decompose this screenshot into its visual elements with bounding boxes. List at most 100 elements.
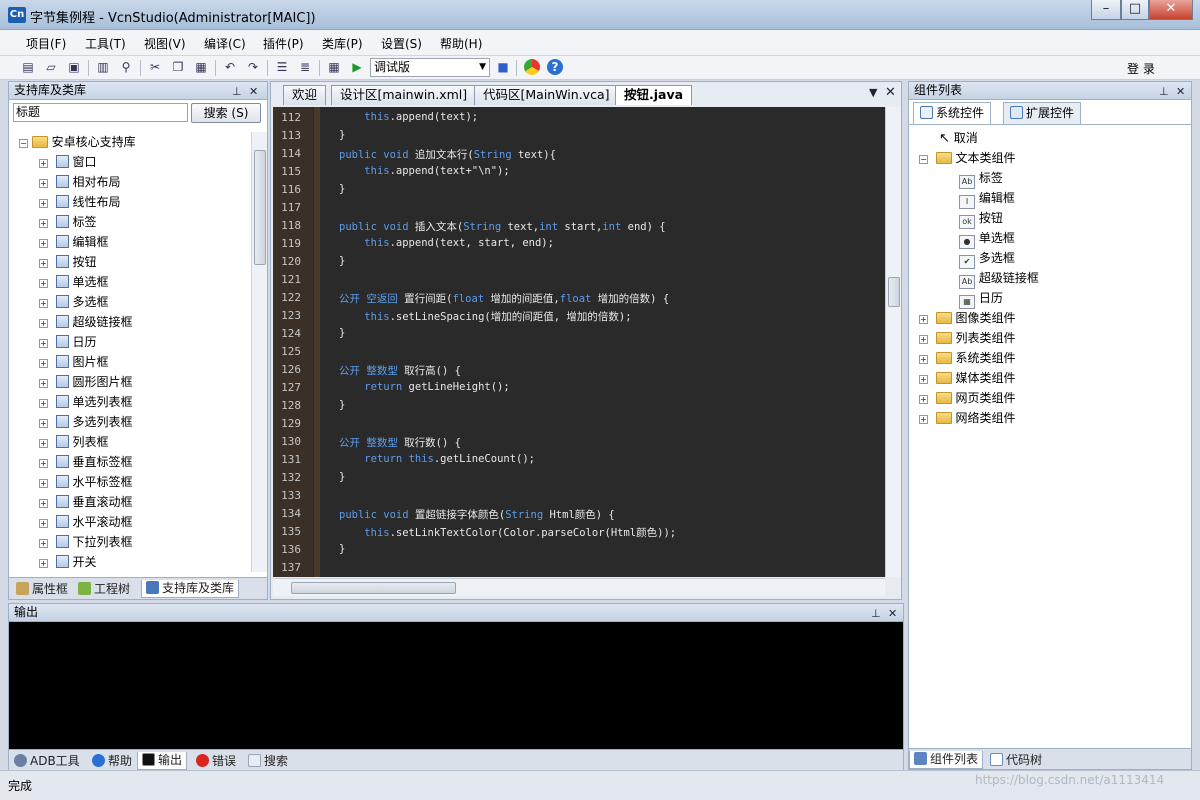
text-component-item[interactable]: Ab 标签 [959,168,1003,189]
expand-icon[interactable]: + [39,339,48,348]
text-component-item[interactable]: ▦ 日历 [959,288,1003,309]
text-component-item[interactable]: ● 单选框 [959,228,1015,249]
tab-list-icon[interactable]: ▼ [869,86,877,99]
redo-icon[interactable]: ↷ [245,59,261,75]
expand-icon[interactable]: + [39,379,48,388]
expand-icon[interactable]: + [919,355,928,364]
tab-code[interactable]: 代码区[MainWin.vca] [474,85,619,105]
tab-extended-controls[interactable]: 扩展控件 [1003,102,1082,124]
editor-vertical-scrollbar[interactable] [885,107,901,577]
indent-icon[interactable]: ☰ [274,59,290,75]
undo-icon[interactable]: ↶ [222,59,238,75]
search-button[interactable]: 搜索 (S) [191,103,261,123]
text-component-item[interactable]: Ab 超级链接框 [959,268,1039,289]
pin-icon[interactable]: ⊥ [1159,83,1169,100]
expand-icon[interactable]: + [39,459,48,468]
cancel-item[interactable]: ↖ 取消 [939,128,978,148]
component-group[interactable]: + 媒体类组件 [919,368,1015,388]
tab-output[interactable]: 输出 [137,752,188,770]
collapse-icon[interactable]: − [19,139,28,148]
tab-button-java[interactable]: 按钮.java [615,85,693,105]
library-item[interactable]: + 线性布局 [39,192,120,212]
library-item[interactable]: + 日历 [39,332,96,352]
expand-icon[interactable]: + [39,479,48,488]
print-preview-icon[interactable]: ▥ [95,59,111,75]
build-icon[interactable]: ▦ [326,59,342,75]
expand-icon[interactable]: + [39,559,48,568]
expand-icon[interactable]: + [39,179,48,188]
login-button[interactable]: 登 录 [1127,60,1155,77]
paste-icon[interactable]: ▦ [193,59,209,75]
library-item[interactable]: + 圆形图片框 [39,372,132,392]
expand-icon[interactable]: + [39,279,48,288]
expand-icon[interactable]: + [39,199,48,208]
tab-libraries[interactable]: 支持库及类库 [141,580,240,598]
tab-project-tree[interactable]: 工程树 [73,580,135,598]
text-component-item[interactable]: ok 按钮 [959,208,1003,229]
pin-icon[interactable]: ⊥ [871,605,881,622]
tab-code-tree[interactable]: 代码树 [985,751,1047,769]
tab-errors[interactable]: 错误 [191,752,241,770]
library-item[interactable]: + 多选框 [39,292,108,312]
library-item[interactable]: + 图片框 [39,352,108,372]
menu-library[interactable]: 类库(P) [322,35,363,52]
expand-icon[interactable]: + [39,539,48,548]
library-item[interactable]: + 开关 [39,552,96,572]
tab-design[interactable]: 设计区[mainwin.xml] [331,85,477,105]
expand-icon[interactable]: + [39,299,48,308]
text-component-item[interactable]: ✔ 多选框 [959,248,1015,269]
tab-system-controls[interactable]: 系统控件 [913,102,992,124]
collapse-icon[interactable]: − [919,155,928,164]
text-component-item[interactable]: I 编辑框 [959,188,1015,209]
library-item[interactable]: + 列表框 [39,432,108,452]
menu-view[interactable]: 视图(V) [144,35,186,52]
minimize-button[interactable]: – [1091,0,1121,20]
expand-icon[interactable]: + [919,375,928,384]
expand-icon[interactable]: + [919,335,928,344]
library-item[interactable]: + 单选框 [39,272,108,292]
menu-compile[interactable]: 编译(C) [204,35,246,52]
menu-project[interactable]: 项目(F) [26,35,66,52]
output-console[interactable] [9,622,903,748]
expand-icon[interactable]: + [39,419,48,428]
maximize-button[interactable]: □ [1121,0,1149,20]
run-icon[interactable]: ▶ [349,59,365,75]
tab-search[interactable]: 搜索 [243,752,293,770]
library-item[interactable]: + 垂直滚动框 [39,492,132,512]
open-folder-icon[interactable]: ▱ [43,59,59,75]
library-item[interactable]: + 超级链接框 [39,312,132,332]
expand-icon[interactable]: + [39,519,48,528]
tab-help[interactable]: 帮助 [87,752,137,770]
build-mode-select[interactable]: 调试版 ▼ [370,58,490,77]
expand-icon[interactable]: + [39,159,48,168]
library-scrollbar[interactable] [251,132,267,572]
library-search-input[interactable]: 标题 [13,103,188,122]
close-icon[interactable]: ✕ [888,605,897,622]
close-tab-icon[interactable]: ✕ [885,85,896,100]
close-icon[interactable]: ✕ [249,83,258,100]
tab-welcome[interactable]: 欢迎 [283,85,327,105]
editor-horizontal-scrollbar[interactable] [273,578,885,596]
tab-component-list[interactable]: 组件列表 [909,751,984,769]
expand-icon[interactable]: + [39,239,48,248]
tree-root[interactable]: − 安卓核心支持库 [19,132,136,152]
component-group[interactable]: + 网页类组件 [919,388,1015,408]
library-item[interactable]: + 垂直标签框 [39,452,132,472]
cut-icon[interactable]: ✂ [147,59,163,75]
library-item[interactable]: + 相对布局 [39,172,120,192]
expand-icon[interactable]: + [39,439,48,448]
library-item[interactable]: + 水平滚动框 [39,512,132,532]
component-group[interactable]: + 系统类组件 [919,348,1015,368]
library-item[interactable]: + 按钮 [39,252,96,272]
tab-properties[interactable]: 属性框 [11,580,73,598]
library-item[interactable]: + 单选列表框 [39,392,132,412]
library-item[interactable]: + 水平标签框 [39,472,132,492]
component-group[interactable]: + 列表类组件 [919,328,1015,348]
menu-settings[interactable]: 设置(S) [381,35,422,52]
expand-icon[interactable]: + [39,399,48,408]
pin-icon[interactable]: ⊥ [232,83,242,100]
expand-icon[interactable]: + [919,395,928,404]
find-icon[interactable]: ⚲ [118,59,134,75]
expand-icon[interactable]: + [39,499,48,508]
help-icon[interactable]: ? [547,59,563,75]
